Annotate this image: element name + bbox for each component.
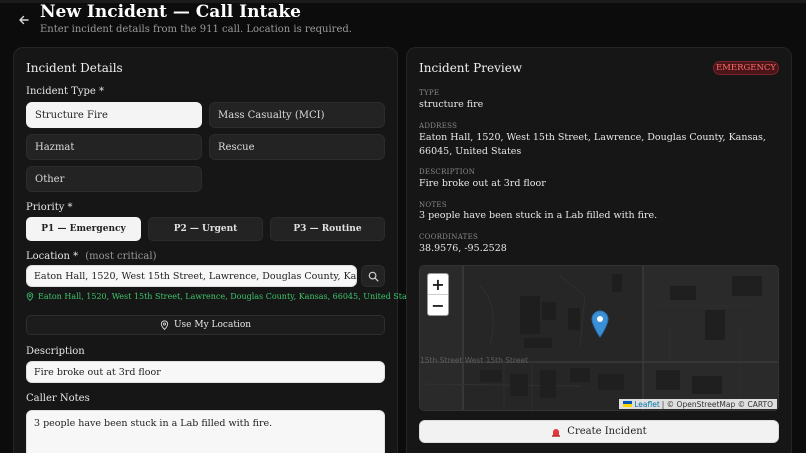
siren-icon bbox=[552, 428, 561, 437]
caller-notes-label: Caller Notes bbox=[26, 393, 90, 404]
preview-notes-value: 3 people have been stuck in a Lab filled… bbox=[419, 210, 658, 221]
description-label: Description bbox=[26, 346, 85, 357]
location-map[interactable]: 15th Street West 15th Street + − Leaflet… bbox=[419, 265, 779, 411]
arrow-left-icon bbox=[19, 15, 29, 25]
preview-coordinates-value: 38.9576, -95.2528 bbox=[419, 243, 507, 254]
attribution-credits: | © OpenStreetMap © CARTO bbox=[661, 399, 773, 409]
resolved-location-text: Eaton Hall, 1520, West 15th Street, Lawr… bbox=[38, 292, 419, 301]
map-street-label: 15th Street West 15th Street bbox=[420, 356, 529, 365]
incident-preview-title: Incident Preview bbox=[419, 61, 523, 75]
location-hint: (most critical) bbox=[85, 251, 157, 262]
preview-type-value: structure fire bbox=[419, 99, 484, 110]
type-option-other[interactable]: Other bbox=[26, 166, 202, 192]
caller-notes-textarea[interactable]: 3 people have been stuck in a Lab filled… bbox=[26, 410, 385, 453]
preview-address-label: ADDRESS bbox=[419, 122, 458, 130]
zoom-control: + − bbox=[427, 273, 449, 316]
preview-description-value: Fire broke out at 3rd floor bbox=[419, 178, 546, 189]
page-subtitle: Enter incident details from the 911 call… bbox=[40, 24, 352, 35]
priority-label: Priority * bbox=[26, 202, 73, 213]
description-input[interactable]: Fire broke out at 3rd floor bbox=[26, 361, 385, 383]
location-label-text: Location * bbox=[26, 251, 79, 262]
use-my-location-label: Use My Location bbox=[173, 320, 252, 330]
type-option-structure-fire[interactable]: Structure Fire bbox=[26, 102, 202, 128]
use-my-location-button[interactable]: Use My Location bbox=[26, 315, 385, 335]
location-label: Location * (most critical) bbox=[26, 251, 156, 262]
incident-details-title: Incident Details bbox=[26, 61, 123, 75]
preview-address-value: Eaton Hall, 1520, West 15th Street, Lawr… bbox=[419, 132, 766, 157]
priority-p1-button[interactable]: P1 — Emergency bbox=[26, 217, 141, 241]
map-marker-icon[interactable] bbox=[591, 310, 609, 338]
preview-coordinates-label: COORDINATES bbox=[419, 233, 479, 241]
preview-notes-label: NOTES bbox=[419, 201, 447, 209]
preview-description-label: DESCRIPTION bbox=[419, 168, 476, 176]
resolved-location: Eaton Hall, 1520, West 15th Street, Lawr… bbox=[26, 292, 419, 301]
zoom-out-button[interactable]: − bbox=[428, 295, 448, 315]
type-option-rescue[interactable]: Rescue bbox=[209, 134, 385, 160]
location-search-button[interactable] bbox=[361, 265, 385, 287]
priority-p2-button[interactable]: P2 — Urgent bbox=[148, 217, 263, 241]
create-incident-label: Create Incident bbox=[567, 426, 647, 437]
search-icon bbox=[368, 271, 378, 281]
location-input[interactable]: Eaton Hall, 1520, West 15th Street, Lawr… bbox=[26, 265, 357, 287]
priority-p3-button[interactable]: P3 — Routine bbox=[270, 217, 385, 241]
page-title: New Incident — Call Intake bbox=[40, 2, 301, 22]
map-attribution: Leaflet | © OpenStreetMap © CARTO bbox=[619, 399, 777, 409]
location-pin-icon bbox=[160, 320, 169, 330]
leaflet-flag-icon bbox=[623, 401, 633, 407]
preview-type-label: TYPE bbox=[419, 89, 440, 97]
type-option-mass-casualty[interactable]: Mass Casualty (MCI) bbox=[209, 102, 385, 128]
leaflet-link[interactable]: Leaflet bbox=[634, 400, 660, 409]
create-incident-button[interactable]: Create Incident bbox=[419, 420, 779, 443]
priority-badge: EMERGENCY bbox=[713, 61, 779, 75]
incident-type-label: Incident Type * bbox=[26, 86, 104, 97]
zoom-in-button[interactable]: + bbox=[428, 274, 448, 295]
back-button[interactable] bbox=[14, 10, 34, 30]
map-pin-icon bbox=[26, 292, 34, 301]
map-tiles bbox=[420, 266, 778, 410]
type-option-hazmat[interactable]: Hazmat bbox=[26, 134, 202, 160]
